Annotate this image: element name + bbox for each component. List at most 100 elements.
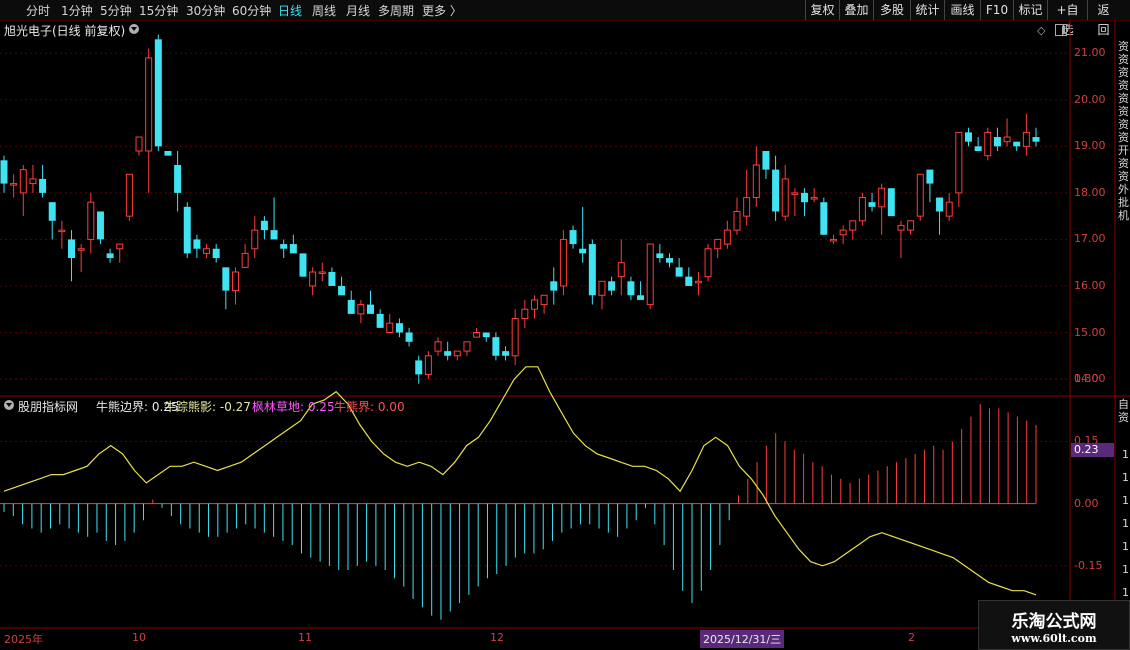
candle-105 <box>1013 141 1021 151</box>
candle-38 <box>367 290 375 314</box>
candle-99 <box>955 131 963 207</box>
tab-timeframe-2[interactable]: 5分钟 <box>100 2 132 19</box>
tool-button-4[interactable]: 画线 <box>944 0 980 20</box>
right-panel-text: 资资资资资资资资开资资外批机 <box>1118 40 1129 222</box>
candle-69 <box>665 253 673 268</box>
panel-toggle-icon[interactable] <box>1055 24 1067 36</box>
tool-button-0[interactable]: 复权 <box>805 0 839 20</box>
price-tick-4: 17.00 <box>1074 232 1106 246</box>
candle-81 <box>781 164 789 221</box>
candle-68 <box>656 244 664 263</box>
candle-31 <box>299 253 307 277</box>
candle-94 <box>907 220 915 235</box>
tab-timeframe-5[interactable]: 60分钟 <box>232 2 271 19</box>
candle-79 <box>762 151 770 179</box>
candle-87 <box>839 225 847 245</box>
candle-41 <box>395 318 403 338</box>
candle-27 <box>260 216 268 240</box>
candle-60 <box>579 206 587 263</box>
price-tick-6: 15.00 <box>1074 325 1106 339</box>
candle-72 <box>694 272 702 296</box>
candle-89 <box>858 192 866 226</box>
tab-timeframe-0[interactable]: 分时 <box>26 2 50 19</box>
right-panel-text-2: 自资 <box>1118 398 1129 424</box>
date-label-1: 10 <box>132 631 146 644</box>
candle-74 <box>714 238 722 259</box>
cursor-date-label: 2025/12/31/三 <box>700 630 785 648</box>
candle-24 <box>231 267 239 305</box>
candle-30 <box>289 234 297 254</box>
candle-59 <box>569 225 577 249</box>
candle-0 <box>0 155 8 193</box>
diamond-icon[interactable]: ◇ <box>1037 24 1045 37</box>
osc-tick-2: 0.00 <box>1074 496 1099 510</box>
candle-107 <box>1032 127 1040 147</box>
candle-1 <box>10 174 18 198</box>
candle-35 <box>338 276 346 296</box>
candle-40 <box>386 313 394 334</box>
candle-33 <box>318 262 326 282</box>
tab-timeframe-3[interactable]: 15分钟 <box>139 2 178 19</box>
candle-101 <box>974 137 982 151</box>
candle-8 <box>77 244 85 272</box>
price-tick-5: 16.00 <box>1074 278 1106 292</box>
indicator-item-1: 牛踪熊影: -0.27 <box>164 400 251 414</box>
tab-timeframe-8[interactable]: 月线 <box>346 2 370 19</box>
candle-21 <box>203 244 211 259</box>
candle-12 <box>116 243 124 263</box>
tab-timeframe-4[interactable]: 30分钟 <box>186 2 225 19</box>
candle-92 <box>887 188 895 217</box>
price-tick-0: 21.00 <box>1074 46 1106 60</box>
candle-56 <box>540 294 548 314</box>
candle-77 <box>743 169 751 226</box>
current-value-badge: 0.23 <box>1071 443 1114 457</box>
date-label-2: 11 <box>298 631 312 644</box>
candle-34 <box>328 267 336 286</box>
candle-47 <box>453 350 461 361</box>
candle-45 <box>434 337 442 356</box>
tool-button-1[interactable]: 叠加 <box>839 0 873 20</box>
tool-button-3[interactable]: 统计 <box>910 0 944 20</box>
candle-104 <box>1003 118 1011 147</box>
candle-13 <box>125 173 133 221</box>
tool-button-2[interactable]: 多股 <box>873 0 910 20</box>
candle-51 <box>492 332 500 361</box>
indicator-item-3: 牛熊界: 0.00 <box>334 400 405 414</box>
indicator-dropdown-icon[interactable] <box>4 400 14 410</box>
tab-timeframe-10[interactable]: 更多 〉 <box>422 2 462 19</box>
candle-58 <box>559 230 567 296</box>
candle-11 <box>106 248 114 263</box>
candle-93 <box>897 220 905 259</box>
candle-97 <box>936 197 944 235</box>
tab-timeframe-9[interactable]: 多周期 <box>378 2 414 19</box>
candle-85 <box>820 197 828 235</box>
candle-96 <box>926 169 934 203</box>
candle-23 <box>222 267 230 310</box>
candle-46 <box>444 341 452 361</box>
candle-65 <box>627 276 635 300</box>
tab-timeframe-7[interactable]: 周线 <box>312 2 336 19</box>
candle-71 <box>685 267 693 286</box>
price-chart <box>0 20 1130 650</box>
candle-18 <box>174 151 182 212</box>
osc-tick-0: 0.30 <box>1074 372 1099 386</box>
candle-66 <box>637 281 645 300</box>
tab-timeframe-6[interactable]: 日线 <box>278 2 302 19</box>
tool-button-8[interactable]: 返回 <box>1087 0 1119 37</box>
candle-16 <box>154 34 162 151</box>
price-tick-3: 18.00 <box>1074 185 1106 199</box>
tool-button-5[interactable]: F10 <box>980 0 1013 20</box>
candle-70 <box>675 258 683 277</box>
candle-43 <box>415 355 423 384</box>
title-dropdown-icon[interactable] <box>129 24 139 34</box>
candle-91 <box>878 183 886 235</box>
osc-tick-3: -0.15 <box>1074 558 1103 572</box>
candle-9 <box>87 192 95 254</box>
tab-timeframe-1[interactable]: 1分钟 <box>61 2 93 19</box>
candle-22 <box>212 244 220 263</box>
candle-84 <box>810 188 818 203</box>
candle-3 <box>29 164 37 193</box>
candle-48 <box>463 341 471 356</box>
tool-button-6[interactable]: 标记 <box>1013 0 1047 20</box>
tool-button-7[interactable]: +自选 <box>1047 0 1087 37</box>
